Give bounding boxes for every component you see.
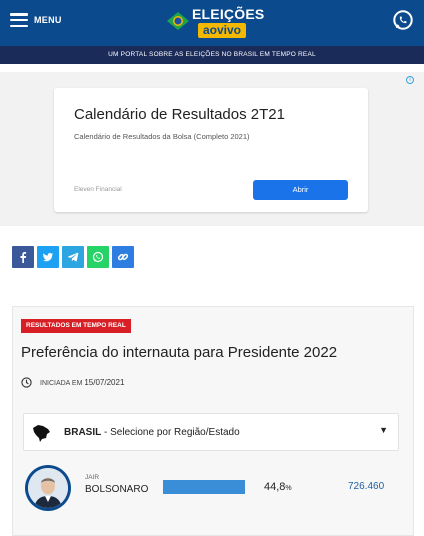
menu-button[interactable]: MENU bbox=[10, 13, 62, 27]
logo-text-aovivo: aovivo bbox=[198, 23, 247, 38]
candidate-percent: 44,8% bbox=[264, 481, 292, 493]
facebook-share-button[interactable] bbox=[12, 246, 34, 268]
ad-card[interactable]: Calendário de Resultados 2T21 Calendário… bbox=[54, 88, 368, 212]
candidate-photo bbox=[28, 468, 68, 508]
caret-down-icon: ▼ bbox=[379, 425, 388, 435]
telegram-icon bbox=[67, 252, 79, 262]
region-label: BRASIL - Selecione por Região/Estado bbox=[64, 427, 240, 438]
tagline-bar: UM PORTAL SOBRE AS ELEIÇÕES NO BRASIL EM… bbox=[0, 46, 424, 64]
twitter-share-button[interactable] bbox=[37, 246, 59, 268]
region-selector[interactable]: BRASIL - Selecione por Região/Estado ▼ bbox=[23, 413, 399, 451]
ad-open-button[interactable]: Abrir bbox=[253, 180, 348, 200]
candidate-name: BOLSONARO bbox=[85, 484, 149, 495]
whatsapp-icon bbox=[92, 251, 104, 263]
whatsapp-share-button[interactable] bbox=[87, 246, 109, 268]
share-bar bbox=[12, 246, 134, 268]
poll-start-text: INICIADA EM 15/07/2021 bbox=[40, 378, 124, 387]
poll-start-info: INICIADA EM 15/07/2021 bbox=[21, 377, 124, 388]
brazil-map-icon bbox=[33, 425, 50, 442]
candidate-first-name: JAIR bbox=[85, 474, 100, 481]
twitter-icon bbox=[43, 253, 53, 262]
ad-advertiser: Eleven Financial bbox=[74, 186, 122, 193]
ad-info-icon[interactable]: i bbox=[406, 76, 414, 84]
telegram-share-button[interactable] bbox=[62, 246, 84, 268]
clock-icon bbox=[21, 377, 32, 388]
whatsapp-header-icon[interactable] bbox=[392, 9, 414, 31]
candidate-votes: 726.460 bbox=[348, 481, 385, 492]
link-icon bbox=[117, 253, 129, 261]
region-hint: - Selecione por Região/Estado bbox=[101, 427, 240, 438]
logo-text-eleicoes: ELEIÇÕES bbox=[192, 6, 265, 22]
percent-value: 44,8 bbox=[264, 481, 286, 493]
brazil-flag-icon bbox=[167, 12, 189, 30]
ad-title[interactable]: Calendário de Resultados 2T21 bbox=[74, 106, 285, 123]
region-country: BRASIL bbox=[64, 427, 102, 438]
site-logo[interactable]: ELEIÇÕES aovivo bbox=[166, 5, 264, 41]
copy-link-button[interactable] bbox=[112, 246, 134, 268]
poll-card: RESULTADOS EM TEMPO REAL Preferência do … bbox=[12, 306, 414, 536]
start-date: 15/07/2021 bbox=[84, 378, 125, 387]
ad-description: Calendário de Resultados da Bolsa (Compl… bbox=[74, 132, 250, 141]
ad-zone: i Calendário de Resultados 2T21 Calendár… bbox=[0, 72, 424, 226]
live-results-badge: RESULTADOS EM TEMPO REAL bbox=[21, 319, 131, 333]
top-header: MENU ELEIÇÕES aovivo bbox=[0, 0, 424, 46]
vote-share-bar bbox=[163, 480, 245, 494]
menu-label: MENU bbox=[34, 15, 62, 25]
poll-title: Preferência do internauta para President… bbox=[21, 344, 338, 361]
start-prefix: INICIADA EM bbox=[40, 380, 83, 387]
hamburger-icon bbox=[10, 13, 28, 27]
percent-sign: % bbox=[285, 485, 292, 492]
avatar bbox=[25, 465, 71, 511]
facebook-icon bbox=[20, 252, 27, 263]
candidate-row[interactable]: JAIR BOLSONARO 44,8% 726.460 bbox=[23, 463, 399, 513]
